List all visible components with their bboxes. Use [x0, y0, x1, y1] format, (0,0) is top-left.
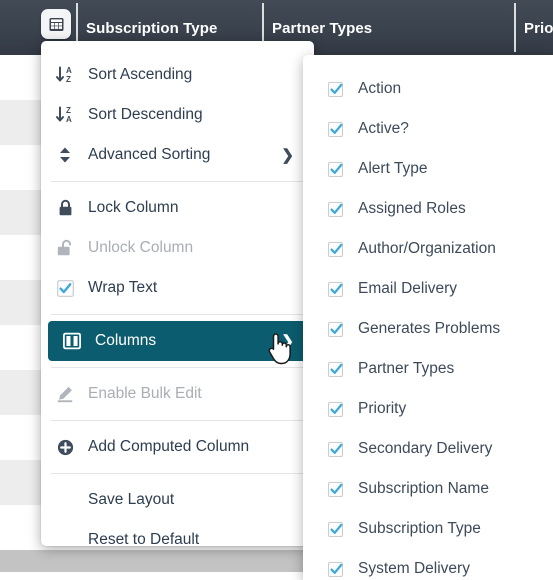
plus-circle-icon [51, 439, 79, 456]
column-toggle-label: Action [358, 80, 402, 98]
checkbox-checked-icon[interactable] [328, 121, 343, 137]
menu-item-label: Reset to Default [88, 531, 200, 549]
menu-item-label: Lock Column [88, 199, 179, 217]
lock-open-icon [51, 239, 79, 257]
svg-text:A: A [66, 66, 72, 75]
menu-item-enable-bulk-edit: Enable Bulk Edit [41, 374, 314, 414]
menu-item-lock-column[interactable]: Lock Column [41, 188, 314, 228]
menu-item-label: Sort Ascending [88, 66, 193, 84]
chevron-right-icon: ❯ [281, 147, 294, 164]
column-header-0[interactable]: Subscription Type [86, 20, 217, 37]
checkbox-checked-icon[interactable] [328, 81, 343, 97]
column-divider[interactable] [514, 3, 516, 52]
column-toggle-assigned-roles[interactable]: Assigned Roles [303, 189, 553, 229]
column-toggle-email-delivery[interactable]: Email Delivery [303, 269, 553, 309]
menu-item-label: Unlock Column [88, 239, 194, 257]
column-toggle-subscription-name[interactable]: Subscription Name [303, 469, 553, 509]
checkbox-checked-icon [51, 279, 79, 297]
menu-item-sort-descending[interactable]: Z A Sort Descending [41, 95, 314, 135]
menu-item-label: Add Computed Column [88, 438, 250, 456]
column-toggle-label: Subscription Type [358, 520, 481, 538]
column-context-menu[interactable]: A Z Sort Ascending Z A Sort Descending A… [41, 41, 314, 547]
menu-item-label: Sort Descending [88, 106, 203, 124]
svg-text:Z: Z [66, 75, 71, 84]
column-toggle-label: Author/Organization [358, 240, 496, 258]
menu-item-label: Advanced Sorting [88, 146, 211, 164]
checkbox-checked-icon[interactable] [328, 241, 343, 257]
menu-item-label: Enable Bulk Edit [88, 385, 202, 403]
menu-item-advanced-sorting[interactable]: Advanced Sorting ❯ [41, 135, 314, 175]
column-toggle-active[interactable]: Active? [303, 109, 553, 149]
checkbox-checked-icon[interactable] [328, 441, 343, 457]
menu-separator [51, 181, 304, 182]
column-toggle-label: System Delivery [358, 560, 470, 578]
sort-descending-za-icon: Z A [51, 105, 79, 125]
pencil-edit-icon [51, 385, 79, 403]
checkbox-checked-icon[interactable] [328, 281, 343, 297]
columns-icon [58, 332, 86, 350]
column-toggle-label: Assigned Roles [358, 200, 466, 218]
checkbox-checked-icon[interactable] [328, 521, 343, 537]
menu-separator [51, 420, 304, 421]
checkbox-checked-icon[interactable] [328, 361, 343, 377]
column-toggle-label: Subscription Name [358, 480, 489, 498]
menu-separator [51, 314, 304, 315]
chevron-right-icon: ❯ [281, 333, 294, 350]
checkbox-checked-icon[interactable] [328, 401, 343, 417]
column-toggle-generates-problems[interactable]: Generates Problems [303, 309, 553, 349]
menu-item-wrap-text[interactable]: Wrap Text [41, 268, 314, 308]
menu-separator [51, 367, 304, 368]
column-toggle-author-organization[interactable]: Author/Organization [303, 229, 553, 269]
column-toggle-secondary-delivery[interactable]: Secondary Delivery [303, 429, 553, 469]
column-toggle-label: Email Delivery [358, 280, 458, 298]
column-toggle-priority[interactable]: Priority [303, 389, 553, 429]
column-header-2[interactable]: Prior [524, 20, 553, 37]
column-toggle-partner-types[interactable]: Partner Types [303, 349, 553, 389]
lock-closed-icon [51, 199, 79, 217]
grid-page: Subscription Type Partner Types Prior A Z … [0, 0, 553, 580]
table-grid-icon[interactable] [41, 9, 71, 39]
checkbox-checked-icon[interactable] [328, 561, 343, 577]
checkbox-checked-icon[interactable] [328, 201, 343, 217]
menu-item-save-layout[interactable]: Save Layout [41, 480, 314, 520]
menu-item-reset-to-default[interactable]: Reset to Default [41, 520, 314, 560]
column-toggle-label: Priority [358, 400, 407, 418]
column-toggle-subscription-type[interactable]: Subscription Type [303, 509, 553, 549]
svg-text:A: A [66, 115, 72, 124]
menu-item-label: Wrap Text [88, 279, 158, 297]
column-toggle-alert-type[interactable]: Alert Type [303, 149, 553, 189]
column-toggle-label: Alert Type [358, 160, 428, 178]
column-toggle-action[interactable]: Action [303, 69, 553, 109]
menu-item-label: Columns [95, 332, 157, 350]
checkbox-checked-icon[interactable] [328, 481, 343, 497]
column-toggle-system-delivery[interactable]: System Delivery [303, 549, 553, 580]
checkbox-checked-icon[interactable] [328, 321, 343, 337]
sort-ascending-az-icon: A Z [51, 65, 79, 85]
menu-item-unlock-column: Unlock Column [41, 228, 314, 268]
checkbox-checked-icon[interactable] [328, 161, 343, 177]
menu-item-label: Save Layout [88, 491, 175, 509]
menu-item-sort-ascending[interactable]: A Z Sort Ascending [41, 55, 314, 95]
column-toggle-label: Active? [358, 120, 409, 138]
column-toggle-label: Generates Problems [358, 320, 501, 338]
column-toggle-label: Secondary Delivery [358, 440, 493, 458]
column-header-1[interactable]: Partner Types [272, 20, 372, 37]
sort-updown-icon [51, 146, 79, 164]
columns-submenu[interactable]: Action Active? Alert Type Assigned Roles… [303, 55, 553, 580]
column-toggle-label: Partner Types [358, 360, 455, 378]
menu-separator [51, 473, 304, 474]
svg-text:Z: Z [66, 106, 71, 115]
menu-item-add-computed-column[interactable]: Add Computed Column [41, 427, 314, 467]
menu-item-columns[interactable]: Columns ❯ [48, 321, 314, 361]
